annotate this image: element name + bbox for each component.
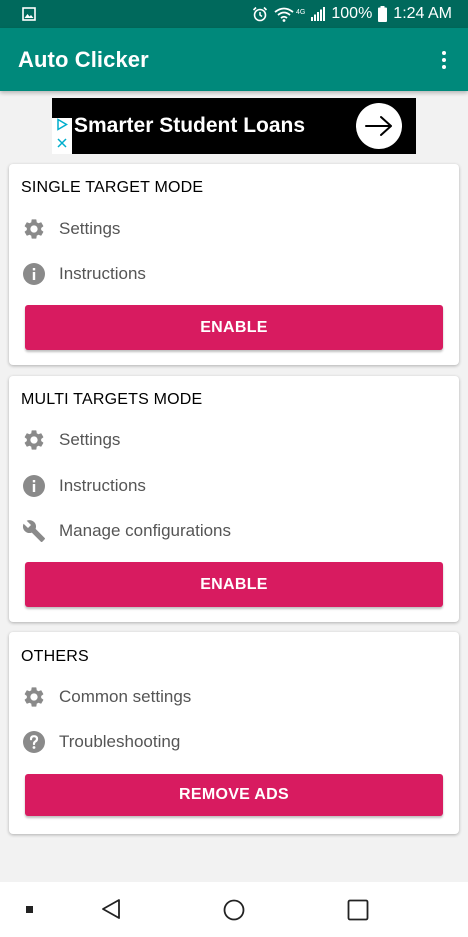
troubleshooting-row[interactable]: Troubleshooting bbox=[21, 727, 180, 757]
multi-enable-button[interactable]: ENABLE bbox=[25, 562, 443, 607]
manage-configurations-row[interactable]: Manage configurations bbox=[21, 516, 231, 546]
single-enable-button[interactable]: ENABLE bbox=[25, 305, 443, 350]
ad-badges bbox=[52, 118, 72, 154]
recent-dot-icon[interactable] bbox=[26, 906, 33, 913]
info-icon bbox=[21, 473, 47, 499]
multi-targets-title: MULTI TARGETS MODE bbox=[21, 391, 203, 408]
back-icon[interactable] bbox=[100, 898, 122, 925]
multi-settings-row[interactable]: Settings bbox=[21, 425, 120, 455]
gear-icon bbox=[21, 427, 47, 453]
status-bar: 4G 100% 1:24 AM bbox=[0, 0, 468, 28]
ad-text[interactable]: Smarter Student Loans bbox=[74, 114, 305, 138]
app-title: Auto Clicker bbox=[18, 46, 149, 72]
remove-ads-button[interactable]: REMOVE ADS bbox=[25, 774, 443, 816]
home-icon[interactable] bbox=[223, 899, 245, 926]
clock-time: 1:24 AM bbox=[393, 5, 452, 22]
single-instructions-row[interactable]: Instructions bbox=[21, 259, 146, 289]
arrow-right-icon[interactable] bbox=[356, 103, 402, 149]
ad-close-icon[interactable] bbox=[56, 136, 68, 154]
gear-icon bbox=[21, 216, 47, 242]
battery-icon bbox=[378, 6, 388, 22]
battery-percent: 100% bbox=[331, 5, 373, 22]
alarm-icon bbox=[252, 6, 268, 22]
single-settings-label: Settings bbox=[59, 219, 121, 238]
single-target-title: SINGLE TARGET MODE bbox=[21, 179, 204, 196]
network-type: 4G bbox=[296, 9, 306, 16]
signal-icon bbox=[311, 7, 326, 21]
info-icon bbox=[21, 261, 47, 287]
manage-configurations-label: Manage configurations bbox=[59, 521, 232, 540]
multi-targets-card: MULTI TARGETS MODE Settings Instructions… bbox=[9, 376, 459, 622]
others-title: OTHERS bbox=[21, 648, 89, 665]
multi-settings-label: Settings bbox=[59, 430, 121, 449]
others-card: OTHERS Common settings Troubleshooting R… bbox=[9, 632, 459, 834]
single-settings-row[interactable]: Settings bbox=[21, 214, 120, 244]
more-vert-icon[interactable] bbox=[438, 48, 450, 72]
wrench-icon bbox=[21, 518, 47, 544]
single-target-card: SINGLE TARGET MODE Settings Instructions… bbox=[9, 164, 459, 365]
wifi-icon bbox=[274, 7, 294, 22]
common-settings-row[interactable]: Common settings bbox=[21, 682, 191, 712]
help-icon bbox=[21, 729, 47, 755]
navigation-bar bbox=[0, 882, 468, 937]
common-settings-label: Common settings bbox=[59, 687, 192, 706]
troubleshooting-label: Troubleshooting bbox=[59, 732, 181, 751]
multi-instructions-row[interactable]: Instructions bbox=[21, 471, 146, 501]
gear-icon bbox=[21, 684, 47, 710]
gallery-icon bbox=[22, 7, 36, 21]
app-bar: Auto Clicker bbox=[0, 28, 468, 91]
overview-icon[interactable] bbox=[347, 899, 369, 926]
ad-banner[interactable]: Smarter Student Loans bbox=[52, 98, 416, 154]
ad-choices-icon[interactable] bbox=[56, 118, 68, 136]
multi-instructions-label: Instructions bbox=[59, 476, 146, 495]
single-instructions-label: Instructions bbox=[59, 264, 146, 283]
